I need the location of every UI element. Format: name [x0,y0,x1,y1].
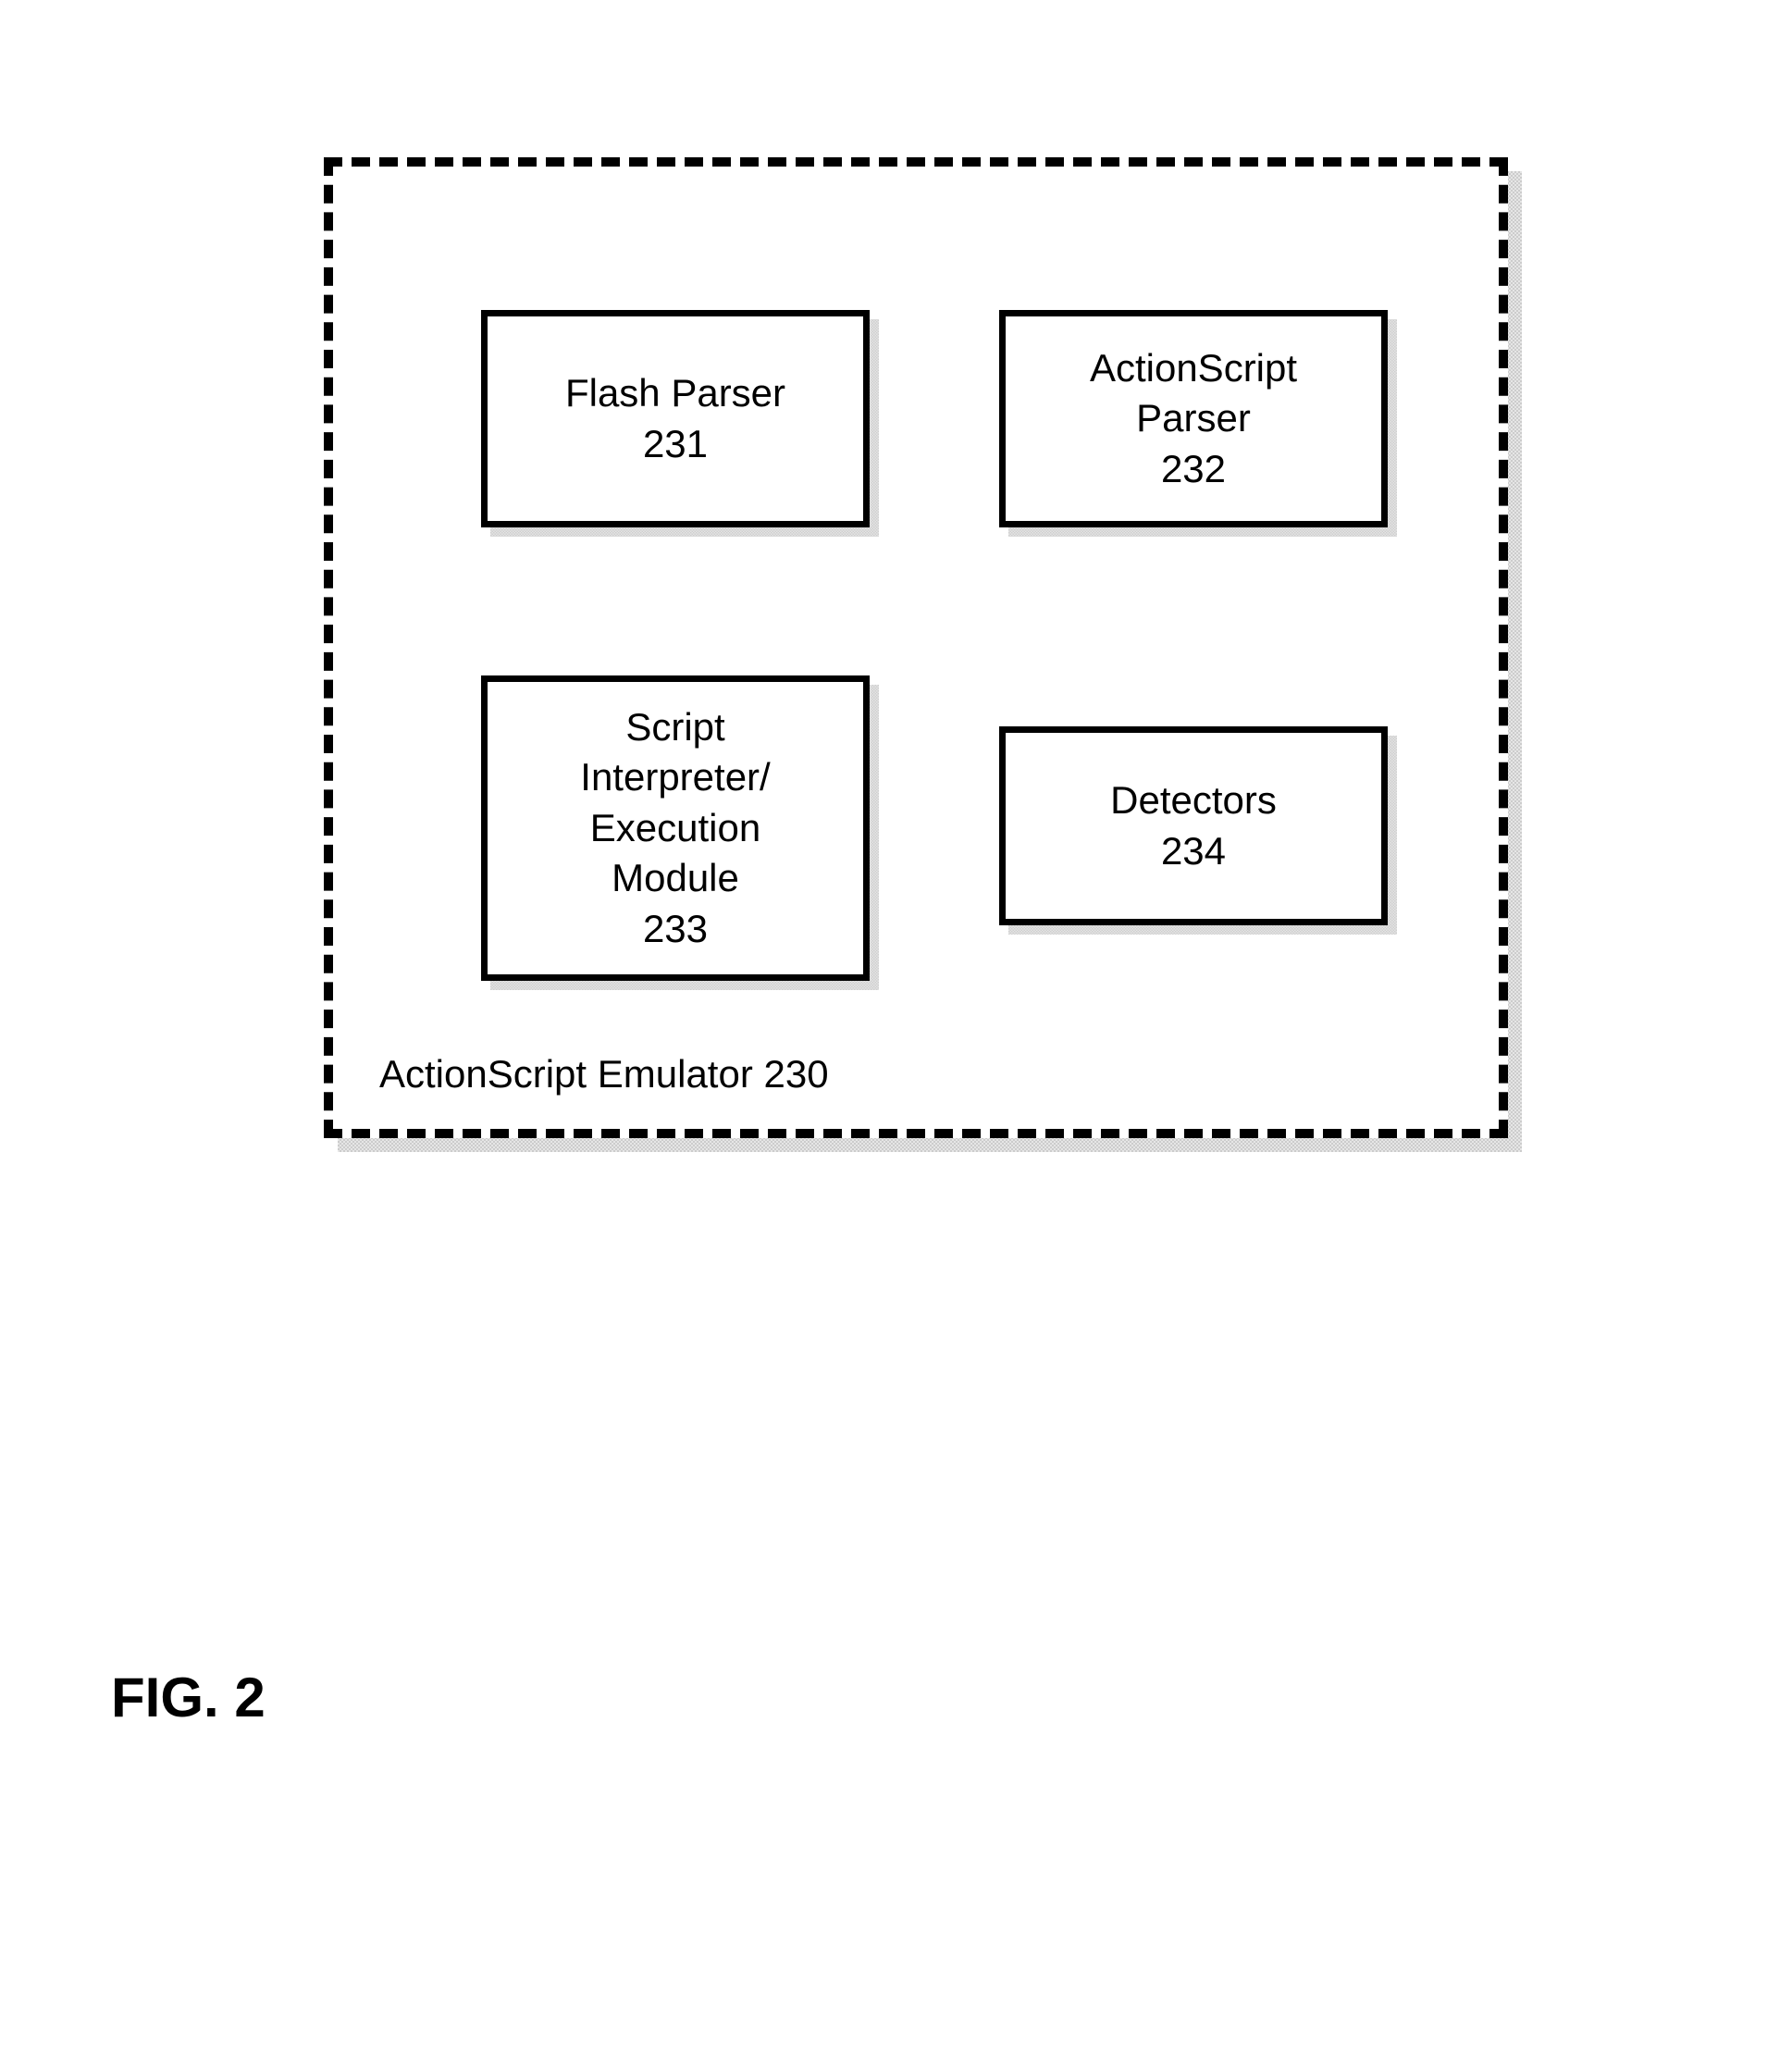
actionscript-parser-title-2: Parser [1136,393,1251,444]
detectors-number: 234 [1161,826,1226,877]
script-interpreter-line-2: Interpreter/ [580,752,770,803]
actionscript-parser-box: ActionScript Parser 232 [999,310,1388,527]
actionscript-parser-number: 232 [1161,444,1226,495]
script-interpreter-box: Script Interpreter/ Execution Module 233 [481,675,870,981]
script-interpreter-line-3: Execution [590,803,760,854]
script-interpreter-line-1: Script [625,702,724,753]
flash-parser-title: Flash Parser [565,368,785,419]
detectors-box: Detectors 234 [999,726,1388,925]
actionscript-parser-title-1: ActionScript [1090,343,1297,394]
figure-label: FIG. 2 [111,1666,266,1729]
container-label: ActionScript Emulator 230 [379,1052,829,1096]
script-interpreter-line-4: Module [612,853,739,904]
actionscript-emulator-container: Flash Parser 231 ActionScript Parser 232… [324,157,1508,1138]
diagram-wrapper: Flash Parser 231 ActionScript Parser 232… [324,157,1508,1138]
flash-parser-number: 231 [643,419,708,470]
flash-parser-box: Flash Parser 231 [481,310,870,527]
detectors-title: Detectors [1110,775,1277,826]
script-interpreter-number: 233 [643,904,708,955]
